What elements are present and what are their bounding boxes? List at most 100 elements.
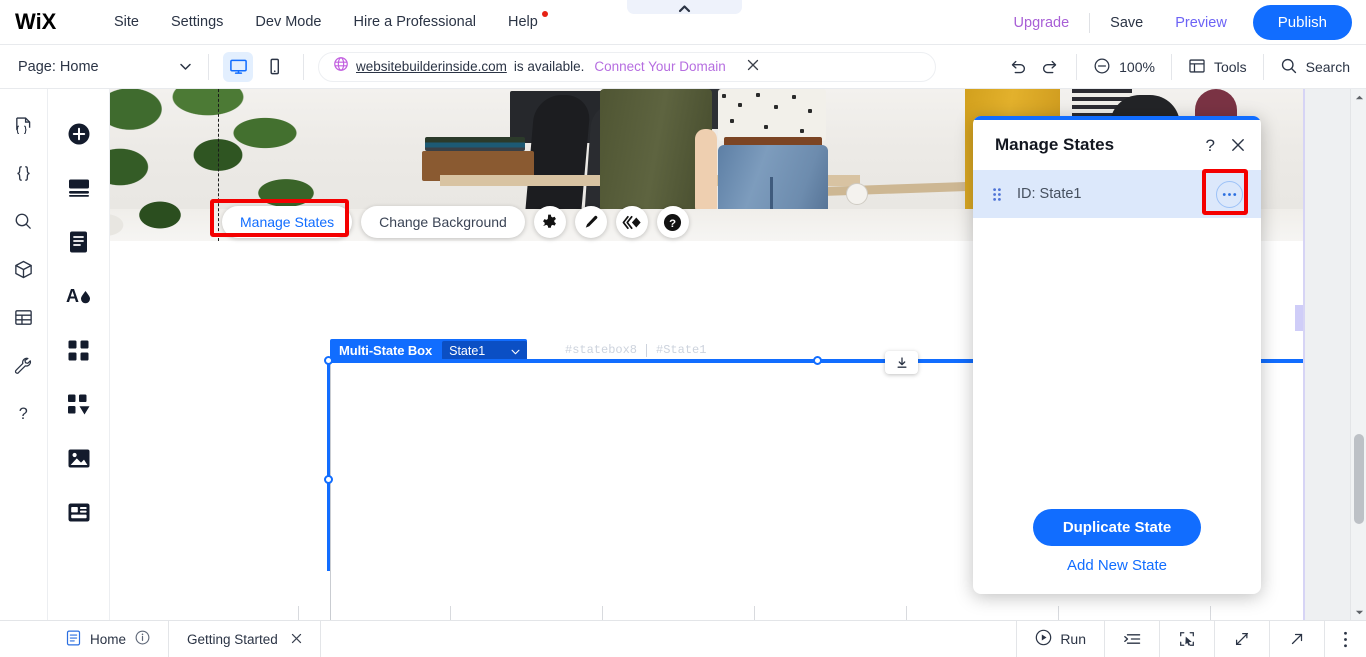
manage-states-button[interactable]: Manage States bbox=[222, 206, 352, 238]
sidebar-item-site-design[interactable]: A bbox=[48, 269, 110, 323]
preview-button[interactable]: Preview bbox=[1159, 9, 1243, 37]
menu-item-dev-mode[interactable]: Dev Mode bbox=[239, 8, 337, 36]
ruler-tick bbox=[1058, 606, 1059, 620]
console-more-button[interactable] bbox=[1324, 621, 1366, 657]
search-button[interactable]: Search bbox=[1280, 57, 1350, 78]
dev-mode-sidebar: ? bbox=[0, 89, 48, 620]
wix-logo[interactable]: WiX bbox=[14, 9, 76, 35]
help-button[interactable]: ? bbox=[657, 206, 689, 238]
change-background-button[interactable]: Change Background bbox=[361, 206, 525, 238]
tools-button[interactable]: Tools bbox=[1188, 57, 1247, 78]
sidebar-item-page-parts[interactable] bbox=[48, 215, 110, 269]
drag-handle-icon[interactable] bbox=[993, 188, 1001, 201]
sidebar-item-media[interactable] bbox=[48, 431, 110, 485]
domain-name-link[interactable]: websitebuilderinside.com bbox=[356, 59, 507, 74]
undo-button[interactable] bbox=[1008, 57, 1028, 77]
brush-icon bbox=[582, 214, 599, 231]
panel-title: Manage States bbox=[995, 135, 1114, 155]
connect-domain-link[interactable]: Connect Your Domain bbox=[594, 59, 725, 74]
close-icon bbox=[1231, 138, 1245, 152]
sidebar-item-code-search[interactable] bbox=[0, 197, 48, 245]
select-element-button[interactable] bbox=[1159, 621, 1214, 657]
desktop-view-button[interactable] bbox=[223, 52, 253, 82]
panel-body bbox=[973, 218, 1261, 509]
redo-button[interactable] bbox=[1040, 57, 1060, 77]
scroll-down-button[interactable] bbox=[1351, 604, 1366, 620]
mobile-icon bbox=[265, 57, 284, 76]
sidebar-item-help[interactable]: ? bbox=[0, 389, 48, 437]
sidebar-item-add-apps[interactable] bbox=[48, 323, 110, 377]
resize-handle-top-center[interactable] bbox=[813, 356, 822, 365]
svg-text:?: ? bbox=[669, 217, 676, 229]
sidebar-item-my-designs[interactable] bbox=[48, 377, 110, 431]
ruler-tick bbox=[754, 606, 755, 620]
svg-text:WiX: WiX bbox=[15, 10, 57, 34]
settings-button[interactable] bbox=[534, 206, 566, 238]
panel-help-button[interactable]: ? bbox=[1206, 137, 1215, 154]
save-button[interactable]: Save bbox=[1094, 9, 1159, 37]
sidebar-item-content-manager[interactable] bbox=[0, 293, 48, 341]
scroll-up-button[interactable] bbox=[1351, 89, 1366, 105]
package-icon bbox=[13, 259, 34, 280]
upgrade-link[interactable]: Upgrade bbox=[998, 9, 1086, 37]
page-selector[interactable]: Page: Home bbox=[0, 45, 208, 89]
state-list-item[interactable]: ID: State1 bbox=[973, 170, 1261, 218]
close-icon[interactable] bbox=[291, 632, 302, 647]
sidebar-item-packages-and-apps[interactable] bbox=[0, 245, 48, 293]
chevron-up-icon bbox=[1355, 94, 1364, 101]
sidebar-item-add-elements[interactable] bbox=[48, 107, 110, 161]
sidebar-item-tools[interactable] bbox=[0, 341, 48, 389]
logs-button[interactable] bbox=[1104, 621, 1159, 657]
wix-editor-window: WiX Site Settings Dev Mode Hire a Profes… bbox=[0, 0, 1366, 657]
sidebar-item-layout[interactable] bbox=[48, 485, 110, 539]
help-circle-icon: ? bbox=[663, 213, 682, 232]
animation-button[interactable] bbox=[616, 206, 648, 238]
state-dropdown[interactable]: State1 bbox=[442, 341, 527, 360]
undo-icon bbox=[1008, 57, 1028, 77]
menu-item-help[interactable]: Help bbox=[492, 8, 558, 36]
menu-item-hire-a-professional[interactable]: Hire a Professional bbox=[338, 8, 493, 36]
canvas-scrollbar[interactable] bbox=[1350, 89, 1366, 620]
current-page-indicator[interactable]: Home bbox=[50, 621, 169, 657]
collapse-toolbar-tab[interactable] bbox=[627, 0, 742, 14]
scrollbar-thumb[interactable] bbox=[1354, 434, 1364, 524]
svg-text:A: A bbox=[66, 286, 79, 306]
mobile-view-button[interactable] bbox=[259, 52, 289, 82]
duplicate-state-button[interactable]: Duplicate State bbox=[1033, 509, 1201, 546]
ruler-tick bbox=[602, 606, 603, 620]
design-button[interactable] bbox=[575, 206, 607, 238]
element-ids: #statebox8 #State1 bbox=[565, 343, 706, 357]
menu-item-settings[interactable]: Settings bbox=[155, 8, 239, 36]
search-icon bbox=[13, 211, 34, 232]
image-icon bbox=[67, 448, 91, 469]
resize-handle-top-left[interactable] bbox=[324, 356, 333, 365]
close-icon[interactable] bbox=[747, 59, 759, 74]
ruler-tick bbox=[906, 606, 907, 620]
box-id-label: #statebox8 bbox=[565, 343, 637, 357]
console-tab-getting-started[interactable]: Getting Started bbox=[169, 621, 321, 657]
expand-console-button[interactable] bbox=[1214, 621, 1269, 657]
run-button[interactable]: Run bbox=[1016, 621, 1104, 657]
gear-icon bbox=[541, 214, 558, 231]
sidebar-item-site-structure[interactable] bbox=[0, 101, 48, 149]
tools-panel-icon bbox=[1188, 57, 1206, 78]
domain-status-text: is available. bbox=[514, 59, 585, 74]
desktop-icon bbox=[229, 57, 248, 76]
popout-console-button[interactable] bbox=[1269, 621, 1324, 657]
alignment-guide bbox=[218, 89, 219, 241]
zoom-group: 100% bbox=[1076, 54, 1171, 80]
stretch-to-full-width-button[interactable] bbox=[885, 351, 918, 374]
state-more-options-button[interactable] bbox=[1216, 181, 1243, 208]
main-toolbar: WiX Site Settings Dev Mode Hire a Profes… bbox=[0, 0, 1366, 45]
layout-icon bbox=[67, 502, 91, 523]
zoom-out-button[interactable]: 100% bbox=[1093, 57, 1155, 78]
sidebar-item-public-backend-code[interactable] bbox=[0, 149, 48, 197]
info-icon[interactable] bbox=[135, 630, 150, 648]
menu-item-site[interactable]: Site bbox=[98, 8, 155, 36]
sidebar-item-add-section[interactable] bbox=[48, 161, 110, 215]
resize-handle-middle-left[interactable] bbox=[324, 475, 333, 484]
page-toolbar: Page: Home websitebuilderinside.com is a… bbox=[0, 45, 1366, 89]
panel-close-button[interactable] bbox=[1231, 138, 1245, 152]
publish-button[interactable]: Publish bbox=[1253, 5, 1352, 40]
add-new-state-link[interactable]: Add New State bbox=[1067, 557, 1167, 574]
